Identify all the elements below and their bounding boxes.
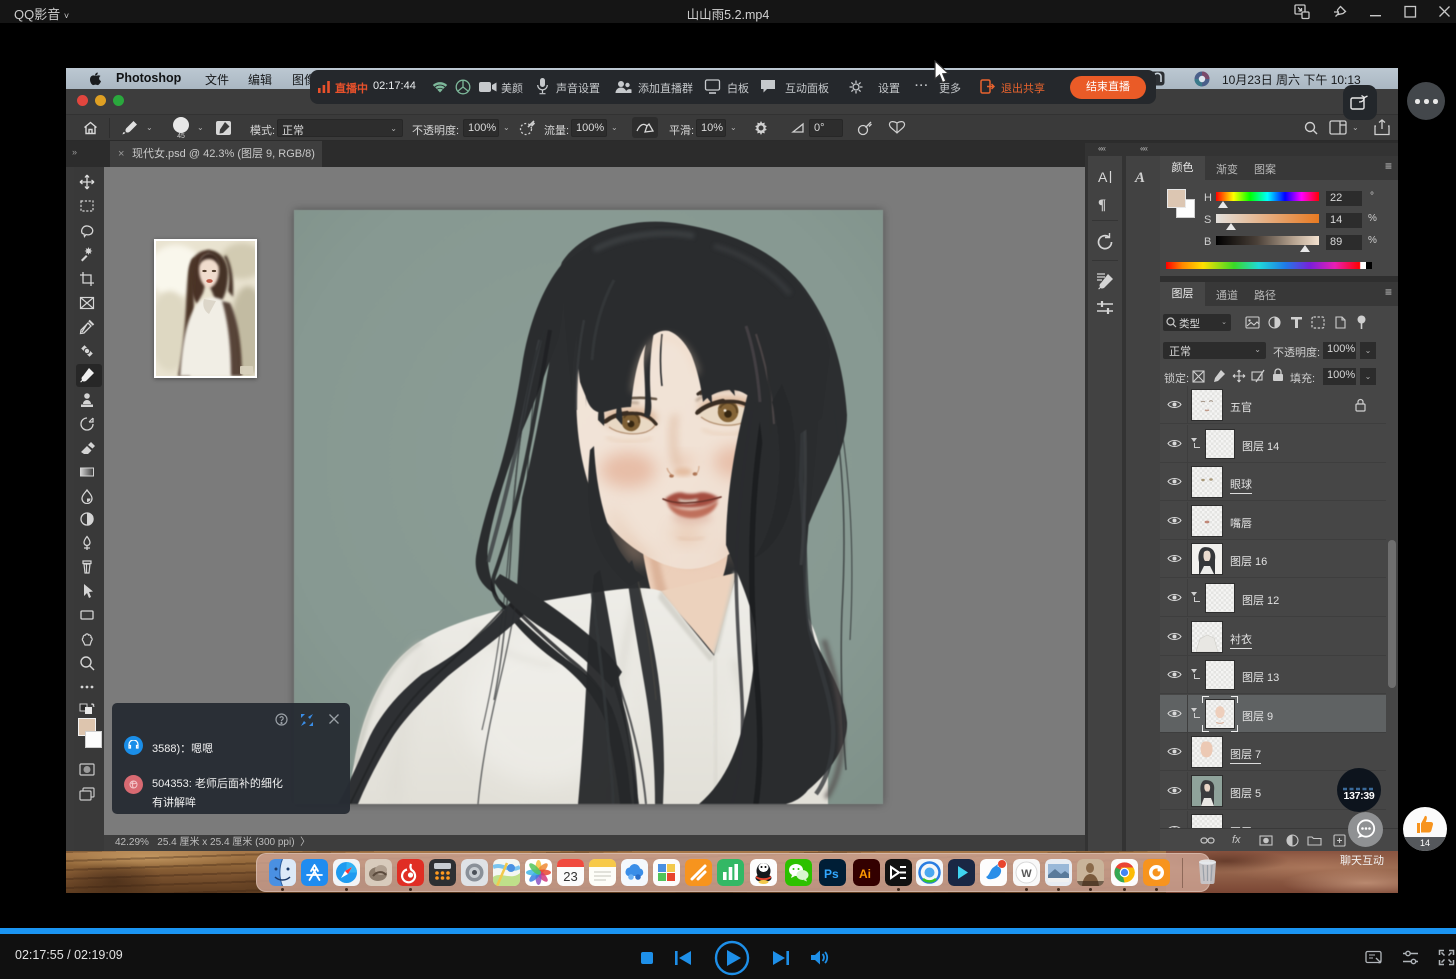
svg-text:Ps: Ps <box>824 867 839 881</box>
svg-text:¶: ¶ <box>1098 197 1106 212</box>
svg-text:Ai: Ai <box>859 867 871 881</box>
svg-text:A: A <box>1134 170 1145 186</box>
svg-text:23: 23 <box>563 869 577 884</box>
svg-text:W: W <box>1021 868 1032 880</box>
svg-text:A: A <box>1098 169 1108 185</box>
